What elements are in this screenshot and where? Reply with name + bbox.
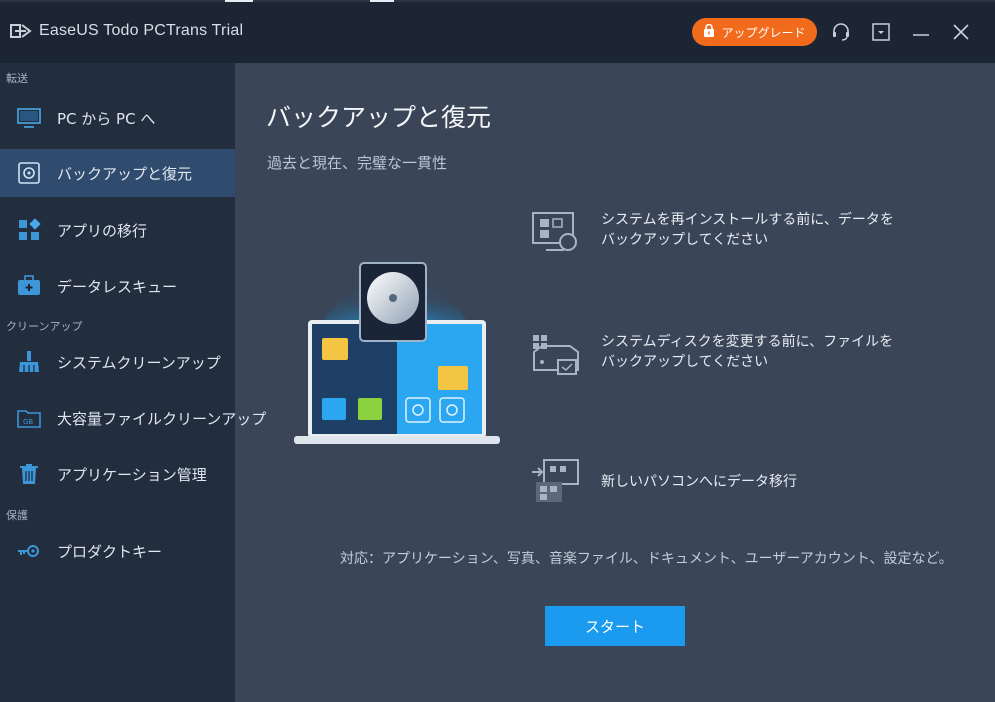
- sidebar-item-label: 大容量ファイルクリーンアップ: [57, 409, 267, 428]
- trash-icon: [16, 461, 42, 487]
- sidebar-item-label: アプリの移行: [57, 221, 148, 240]
- app-logo-icon: [10, 22, 32, 40]
- monitor-icon: [16, 105, 42, 131]
- sidebar-item-product-key[interactable]: プロダクトキー: [0, 527, 235, 575]
- feature-item: システムを再インストールする前に、データを バックアップしてください: [530, 210, 930, 260]
- feature-text: システムディスクを変更する前に、ファイルを バックアップしてください: [601, 334, 894, 370]
- page-title: バックアップと復元: [266, 103, 492, 132]
- title-bar: EaseUS Todo PCTrans Trial アップグレード: [0, 0, 995, 63]
- sidebar-item-label: アプリケーション管理: [57, 465, 207, 484]
- gb-folder-icon: GB: [16, 405, 42, 431]
- minimize-icon[interactable]: [909, 20, 933, 44]
- dropdown-icon[interactable]: [869, 20, 893, 44]
- sidebar-item-large-file-cleanup[interactable]: GB 大容量ファイルクリーンアップ: [0, 394, 266, 442]
- sidebar-item-app-management[interactable]: アプリケーション管理: [0, 450, 235, 498]
- top-edge-mark: [225, 0, 253, 2]
- system-reinstall-icon: [530, 210, 582, 258]
- new-pc-transfer-icon: [530, 458, 582, 506]
- sidebar-item-pc-to-pc[interactable]: PC から PC へ: [0, 94, 235, 142]
- sidebar-item-backup-restore[interactable]: バックアップと復元: [0, 149, 235, 197]
- key-icon: [16, 538, 42, 564]
- feature-item: システムディスクを変更する前に、ファイルを バックアップしてください: [530, 332, 930, 382]
- start-button[interactable]: スタート: [545, 606, 685, 646]
- upgrade-label: アップグレード: [721, 25, 806, 40]
- sidebar-item-data-rescue[interactable]: データレスキュー: [0, 262, 235, 310]
- sidebar-item-label: システムクリーンアップ: [57, 353, 221, 372]
- backup-disk-icon: [16, 160, 42, 186]
- support-text: 対応：アプリケーション、写真、音楽ファイル、ドキュメント、ユーザーアカウント、設…: [340, 551, 953, 567]
- sidebar: 転送 PC から PC へ バックアップと復元 アプリの移行 データレスキュー …: [0, 63, 266, 702]
- close-icon[interactable]: [949, 20, 973, 44]
- rescue-kit-icon: [16, 273, 42, 299]
- system-disk-icon: [530, 332, 582, 380]
- page-subtitle: 過去と現在、完璧な一貫性: [267, 154, 448, 172]
- top-edge: [0, 0, 995, 2]
- broom-icon: [16, 349, 42, 375]
- feature-text: 新しいパソコンへにデータ移行: [601, 474, 797, 490]
- section-label-transfer: 転送: [6, 72, 28, 85]
- sidebar-item-app-migration[interactable]: アプリの移行: [0, 206, 235, 254]
- sidebar-item-label: バックアップと復元: [57, 164, 193, 183]
- sidebar-item-label: プロダクトキー: [57, 542, 163, 561]
- apps-grid-icon: [16, 217, 42, 243]
- lock-icon: [703, 23, 715, 40]
- svg-text:GB: GB: [23, 418, 33, 426]
- backup-illustration-icon: [290, 258, 505, 453]
- headset-icon[interactable]: [829, 20, 853, 44]
- feature-item: 新しいパソコンへにデータ移行: [530, 458, 930, 508]
- section-label-protection: 保護: [6, 509, 28, 522]
- sidebar-item-label: データレスキュー: [57, 277, 178, 296]
- sidebar-item-label: PC から PC へ: [57, 109, 156, 128]
- app-title: EaseUS Todo PCTrans Trial: [39, 22, 244, 39]
- top-edge-mark: [370, 0, 394, 2]
- feature-text: システムを再インストールする前に、データを バックアップしてください: [601, 212, 894, 248]
- upgrade-button[interactable]: アップグレード: [692, 18, 817, 46]
- section-label-cleanup: クリーンアップ: [6, 320, 83, 333]
- sidebar-item-system-cleanup[interactable]: システムクリーンアップ: [0, 338, 235, 386]
